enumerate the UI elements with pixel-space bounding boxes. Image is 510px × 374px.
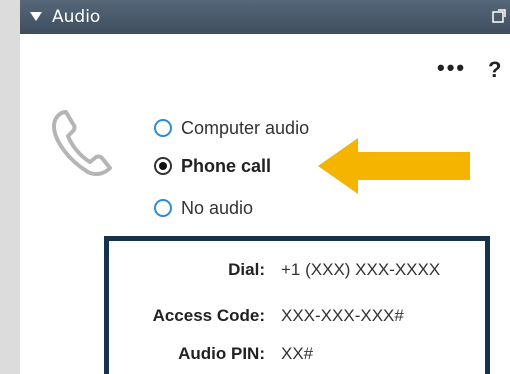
access-code-value: XXX-XXX-XXX# — [281, 306, 404, 325]
audio-settings-screen: Audio ••• ? Computer audio Phone call No… — [0, 0, 510, 374]
audio-option-computer[interactable]: Computer audio — [154, 114, 309, 142]
panel-title: Audio — [52, 7, 101, 27]
radio-no-audio[interactable] — [154, 199, 172, 217]
audio-option-phone[interactable]: Phone call — [154, 152, 271, 180]
audio-pin-label: Audio PIN: — [178, 344, 265, 363]
dial-value: +1 (XXX) XXX-XXXX — [281, 260, 441, 279]
dial-label: Dial: — [228, 260, 265, 279]
dial-row: Dial: +1 (XXX) XXX-XXXX — [109, 255, 485, 285]
option-label-no-audio: No audio — [181, 197, 254, 218]
option-label-phone-call: Phone call — [181, 155, 272, 176]
audio-pin-value: XX# — [281, 344, 314, 363]
pointer-arrow-icon — [318, 138, 470, 194]
help-button[interactable]: ? — [488, 58, 510, 82]
audio-pin-row: Audio PIN: XX# — [109, 339, 485, 369]
popout-icon[interactable] — [492, 9, 506, 23]
collapse-triangle-icon[interactable] — [30, 12, 42, 21]
audio-panel-header[interactable]: Audio — [20, 0, 510, 34]
audio-option-none[interactable]: No audio — [154, 194, 253, 222]
phone-handset-icon — [52, 110, 112, 177]
radio-phone-call[interactable] — [154, 157, 172, 175]
radio-computer-audio[interactable] — [154, 119, 172, 137]
access-code-label: Access Code: — [152, 306, 265, 325]
more-options-button[interactable]: ••• — [437, 56, 485, 80]
dial-in-info-box: Dial: +1 (XXX) XXX-XXXX Access Code: XXX… — [104, 236, 490, 374]
option-label-computer-audio: Computer audio — [181, 117, 310, 138]
access-code-row: Access Code: XXX-XXX-XXX# — [109, 301, 485, 331]
left-sidebar-strip — [0, 0, 20, 374]
